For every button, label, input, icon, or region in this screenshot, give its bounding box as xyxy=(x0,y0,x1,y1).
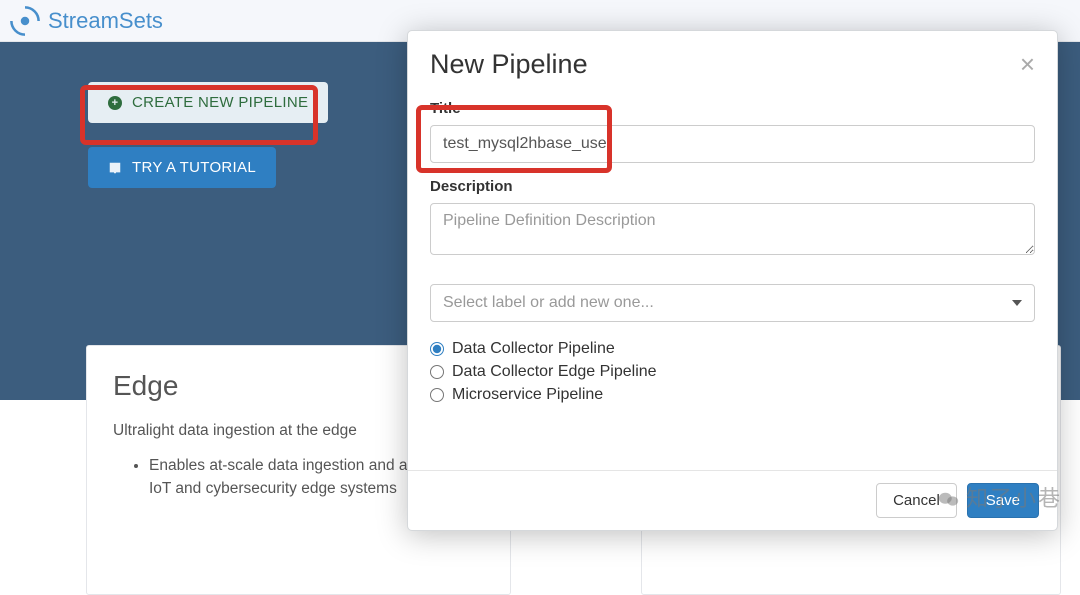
radio-data-collector-input[interactable] xyxy=(430,342,444,356)
label-select[interactable]: Select label or add new one... xyxy=(430,284,1035,322)
create-new-pipeline-label: CREATE NEW PIPELINE xyxy=(132,94,308,111)
modal-footer: Cancel Save xyxy=(408,470,1057,530)
description-field-group: Description xyxy=(430,178,1035,260)
modal-title: New Pipeline xyxy=(430,49,588,80)
title-input[interactable] xyxy=(430,125,1035,163)
description-input[interactable] xyxy=(430,203,1035,255)
plus-circle-icon: + xyxy=(108,96,122,110)
cancel-button[interactable]: Cancel xyxy=(876,483,957,518)
description-label: Description xyxy=(430,178,1035,195)
chevron-down-icon xyxy=(1012,300,1022,306)
title-field-group: Title xyxy=(430,100,1035,163)
brand-name: StreamSets xyxy=(48,8,163,34)
radio-microservice[interactable]: Microservice Pipeline xyxy=(430,386,1035,404)
radio-edge-input[interactable] xyxy=(430,365,444,379)
title-label: Title xyxy=(430,100,1035,117)
radio-data-collector[interactable]: Data Collector Pipeline xyxy=(430,340,1035,358)
book-icon xyxy=(108,161,122,175)
try-tutorial-button[interactable]: TRY A TUTORIAL xyxy=(88,147,276,188)
pipeline-type-radios: Data Collector Pipeline Data Collector E… xyxy=(430,340,1035,404)
label-select-placeholder: Select label or add new one... xyxy=(443,294,654,312)
radio-microservice-input[interactable] xyxy=(430,388,444,402)
modal-header: New Pipeline × xyxy=(408,31,1057,98)
try-tutorial-label: TRY A TUTORIAL xyxy=(132,159,256,176)
logo-icon xyxy=(8,4,42,38)
radio-edge[interactable]: Data Collector Edge Pipeline xyxy=(430,363,1035,381)
radio-edge-label: Data Collector Edge Pipeline xyxy=(452,363,657,381)
modal-body: Title Description Select label or add ne… xyxy=(408,98,1057,470)
radio-data-collector-label: Data Collector Pipeline xyxy=(452,340,615,358)
new-pipeline-modal: New Pipeline × Title Description Select … xyxy=(407,30,1058,531)
save-button[interactable]: Save xyxy=(967,483,1039,518)
close-icon[interactable]: × xyxy=(1020,49,1035,80)
create-new-pipeline-button[interactable]: + CREATE NEW PIPELINE xyxy=(88,82,328,123)
radio-microservice-label: Microservice Pipeline xyxy=(452,386,603,404)
brand-logo[interactable]: StreamSets xyxy=(8,4,163,38)
